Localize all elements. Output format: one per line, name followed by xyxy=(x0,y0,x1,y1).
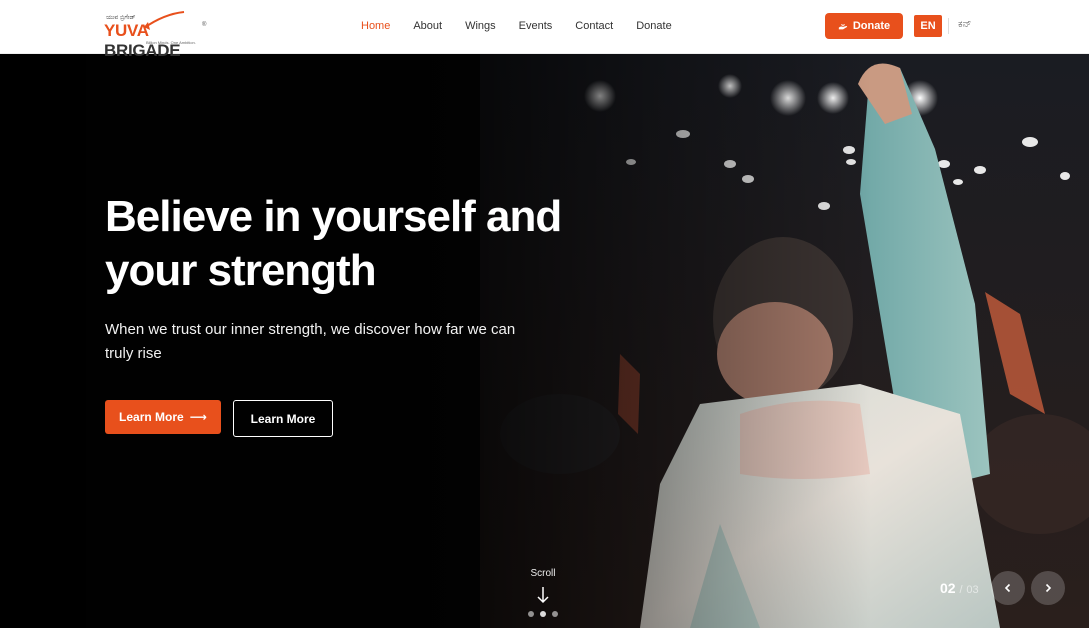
prev-slide-button[interactable] xyxy=(991,571,1025,605)
heart-hand-icon xyxy=(838,24,848,30)
slide-current: 02 xyxy=(940,580,956,596)
lang-divider xyxy=(948,18,949,34)
site-header: ಯುವ ಬ್ರಿಗೇಡ್ YUVA BRIGADE ® Billion Mind… xyxy=(0,0,1089,60)
hero-slider: Believe in yourself and your strength Wh… xyxy=(0,54,1089,628)
nav-contact[interactable]: Contact xyxy=(575,19,613,33)
learn-more-primary-button[interactable]: Learn More ⟶ xyxy=(105,400,221,434)
nav-wings[interactable]: Wings xyxy=(465,19,496,33)
lang-en-button[interactable]: EN xyxy=(914,15,942,37)
brand-logo[interactable]: ಯುವ ಬ್ರಿಗೇಡ್ YUVA BRIGADE ® Billion Mind… xyxy=(104,8,214,60)
hero-subtext: When we trust our inner strength, we dis… xyxy=(105,321,516,362)
slide-dot-3[interactable] xyxy=(552,611,558,617)
learn-more-outline-button[interactable]: Learn More xyxy=(233,400,333,437)
donate-button[interactable]: Donate xyxy=(825,13,903,39)
hero-headline: Believe in yourself and your strength xyxy=(105,192,562,295)
lang-kn-button[interactable]: ಕನ್ xyxy=(958,19,971,30)
arrow-down-icon[interactable] xyxy=(536,586,550,604)
learn-more-outline-label: Learn More xyxy=(250,411,316,426)
nav-donate[interactable]: Donate xyxy=(636,19,671,33)
nav-about[interactable]: About xyxy=(413,19,442,33)
chevron-left-icon xyxy=(1004,583,1011,593)
logo-tagline: Billion Minds. One Ambition. xyxy=(146,40,196,45)
slide-separator: / xyxy=(959,584,963,596)
nav-events[interactable]: Events xyxy=(519,19,553,33)
slide-total: 03 xyxy=(966,584,979,596)
slide-dots xyxy=(528,611,558,617)
nav-home[interactable]: Home xyxy=(361,19,390,33)
chevron-right-icon xyxy=(1045,583,1052,593)
donate-button-label: Donate xyxy=(852,20,891,32)
logo-registered-mark: ® xyxy=(202,22,207,28)
arrow-right-icon: ⟶ xyxy=(189,410,207,424)
learn-more-primary-label: Learn More xyxy=(119,410,184,424)
next-slide-button[interactable] xyxy=(1031,571,1065,605)
scroll-label: Scroll xyxy=(530,568,556,579)
slide-dot-1[interactable] xyxy=(528,611,534,617)
slide-counter: 02 / 03 xyxy=(940,580,979,596)
slide-dot-2[interactable] xyxy=(540,611,546,617)
main-nav: Home About Wings Events Contact Donate xyxy=(361,19,695,33)
